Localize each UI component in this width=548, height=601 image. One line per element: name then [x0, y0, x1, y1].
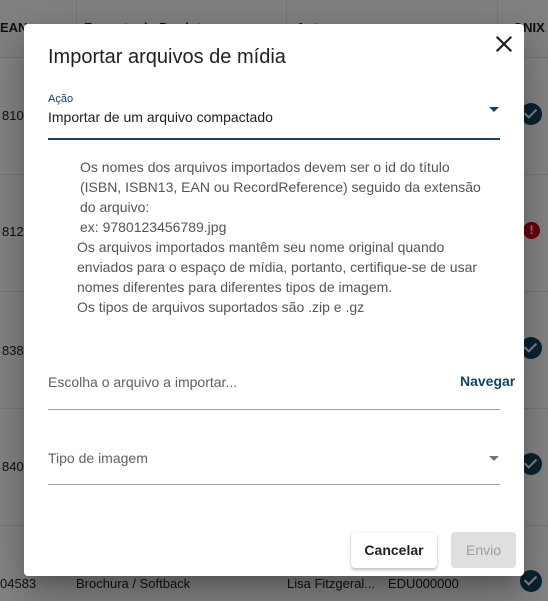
- instruction-line: do arquivo:: [80, 199, 150, 215]
- file-chooser-field: Escolha o arquivo a importar... Navegar: [48, 364, 515, 410]
- instruction-line: enviados para o espaço de mídia, portant…: [77, 259, 478, 275]
- dropdown-arrow-icon: [489, 456, 499, 461]
- dropdown-arrow-icon: [489, 107, 499, 112]
- instruction-line: Os nomes dos arquivos importados devem s…: [80, 159, 450, 175]
- import-media-dialog: Importar arquivos de mídia Ação Importar…: [24, 24, 524, 576]
- dialog-title: Importar arquivos de mídia: [48, 46, 286, 68]
- image-type-select[interactable]: Tipo de imagem: [48, 442, 500, 485]
- instruction-line: (ISBN, ISBN13, EAN ou RecordReference) s…: [80, 179, 481, 195]
- action-select-value: Importar de um arquivo compactado: [48, 109, 273, 125]
- instruction-line: Os arquivos importados mantêm seu nome o…: [77, 239, 445, 255]
- browse-button[interactable]: Navegar: [452, 367, 523, 395]
- cancel-button[interactable]: Cancelar: [351, 532, 437, 568]
- import-instructions: Os nomes dos arquivos importados devem s…: [77, 157, 510, 317]
- close-button[interactable]: [492, 32, 516, 56]
- instruction-line: nomes diferentes para diferentes tipos d…: [77, 279, 393, 295]
- send-button[interactable]: Envio: [451, 532, 516, 568]
- instruction-line: Os tipos de arquivos suportados são .zip…: [77, 299, 365, 315]
- instruction-line: ex: 9780123456789.jpg: [80, 219, 227, 235]
- action-select[interactable]: Importar de um arquivo compactado: [48, 104, 500, 140]
- image-type-placeholder: Tipo de imagem: [48, 450, 148, 466]
- file-input[interactable]: Escolha o arquivo a importar...: [48, 374, 237, 390]
- close-icon: [495, 35, 513, 53]
